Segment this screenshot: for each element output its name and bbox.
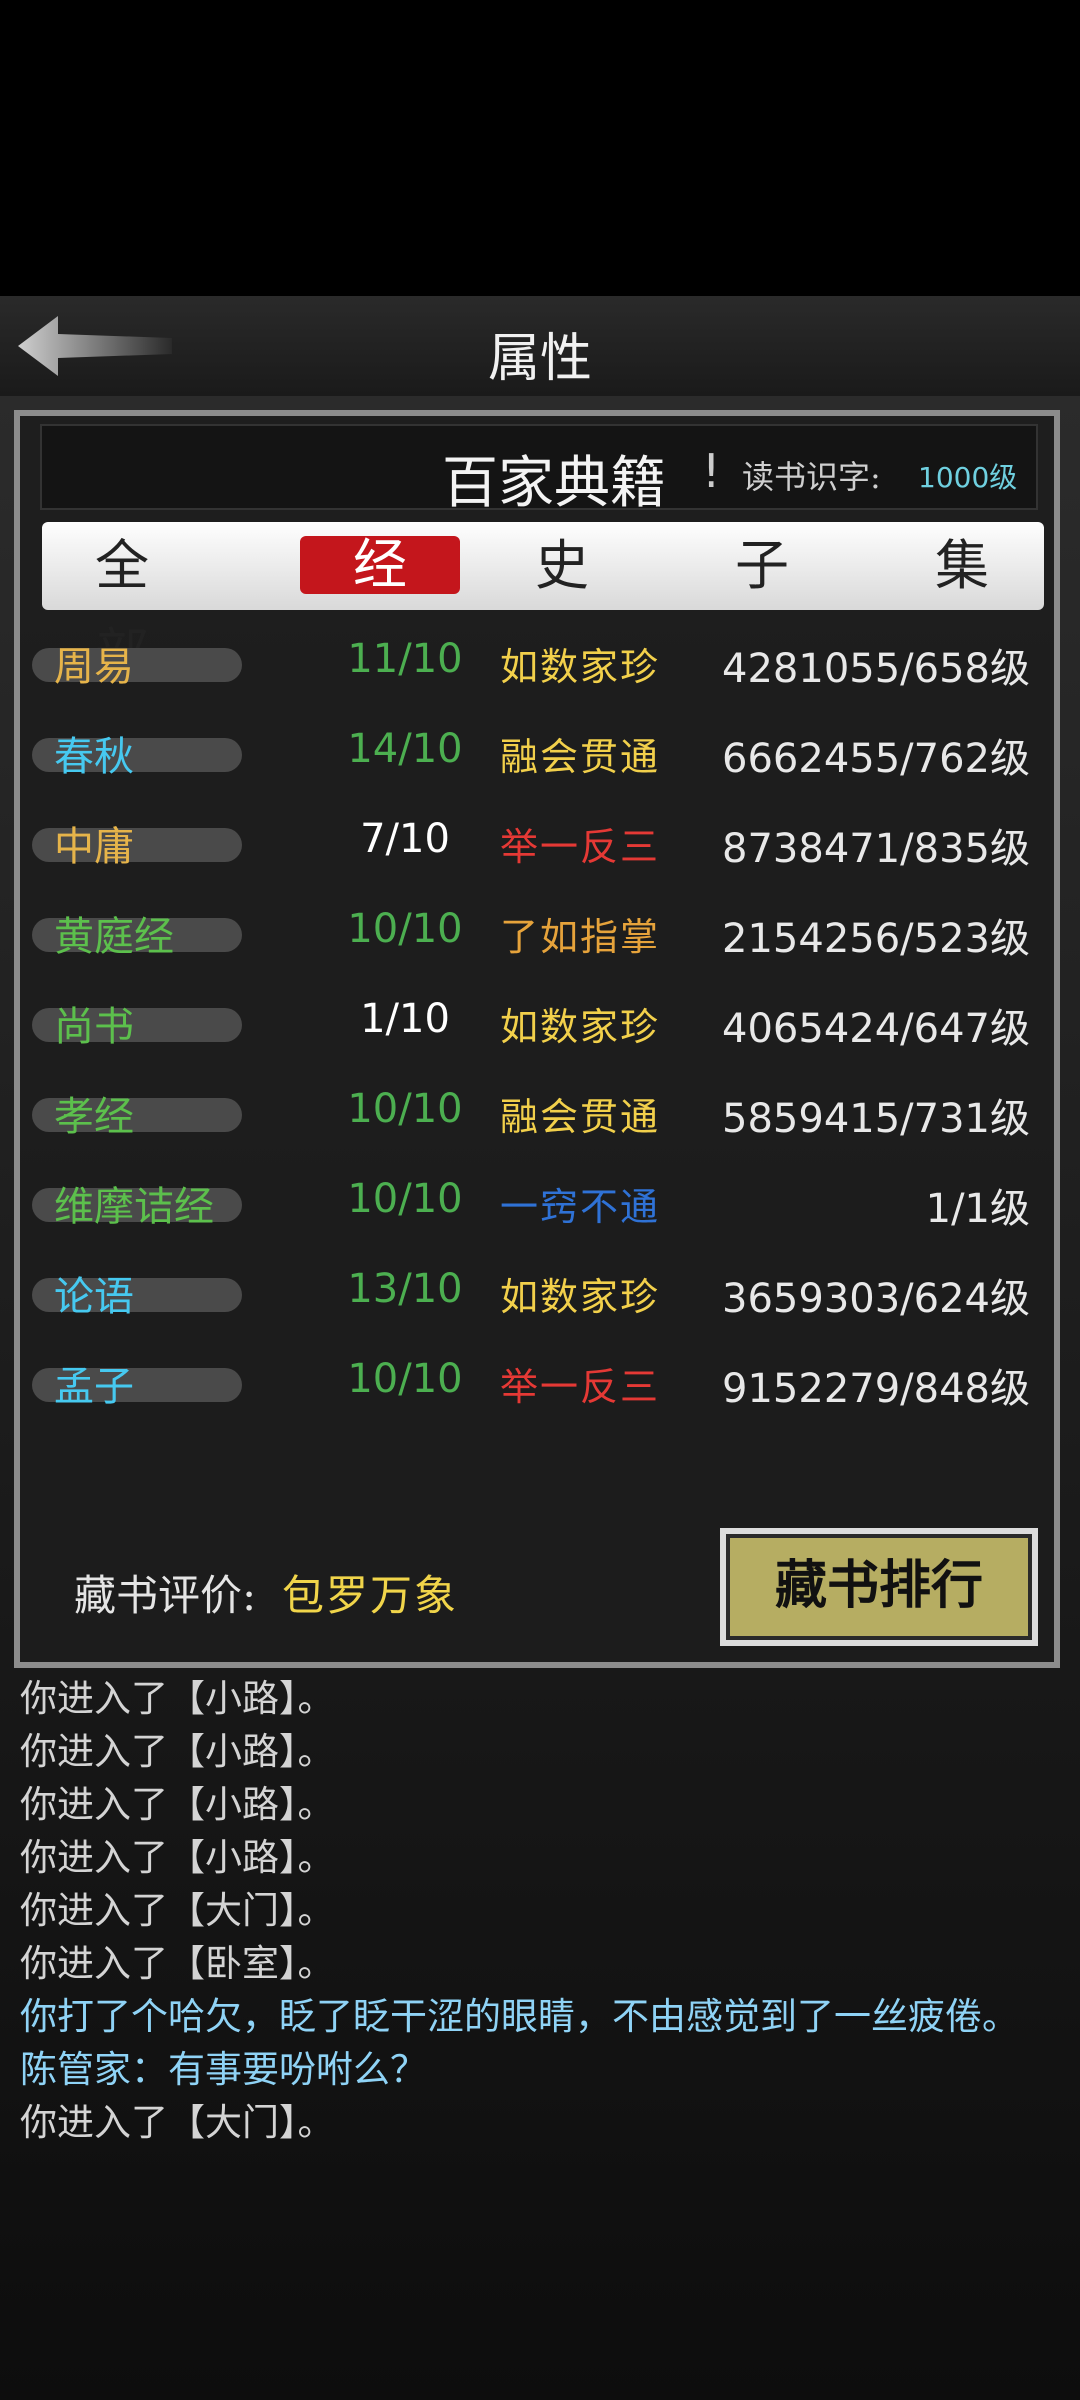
book-row[interactable]: 论语 13/10 如数家珍 3659303/624级	[20, 1256, 1054, 1346]
book-row[interactable]: 尚书 1/10 如数家珍 4065424/647级	[20, 986, 1054, 1076]
tab-philosophers[interactable]: 子	[702, 522, 822, 610]
log-line: 你打了个哈欠，眨了眨干涩的眼睛，不由感觉到了一丝疲倦。	[20, 1995, 1019, 2038]
book-progress: 6662455/762级	[722, 736, 1030, 782]
evaluation-value: 包罗万象	[282, 1571, 459, 1620]
book-row[interactable]: 孟子 10/10 举一反三 9152279/848级	[20, 1346, 1054, 1436]
collection-ranking-label: 藏书排行	[774, 1555, 983, 1616]
book-name: 孟子	[54, 1364, 134, 1410]
book-name: 孝经	[54, 1094, 134, 1140]
book-progress: 9152279/848级	[722, 1366, 1030, 1412]
log-line: 你进入了【小路】。	[20, 1836, 335, 1879]
book-score: 7/10	[360, 816, 450, 862]
book-progress: 2154256/523级	[722, 916, 1030, 962]
book-row[interactable]: 孝经 10/10 融会贯通 5859415/731级	[20, 1076, 1054, 1166]
book-grade: 融会贯通	[500, 735, 661, 779]
book-progress: 8738471/835级	[722, 826, 1030, 872]
book-row[interactable]: 周易 11/10 如数家珍 4281055/658级	[20, 626, 1054, 716]
dialog-title: 百家典籍	[442, 451, 666, 516]
book-grade: 如数家珍	[500, 1005, 661, 1049]
book-grade: 如数家珍	[500, 645, 661, 689]
message-log: 你进入了【小路】。 你进入了【小路】。 你进入了【小路】。 你进入了【小路】。 你进入了…	[20, 1672, 1060, 2149]
book-score: 10/10	[347, 1086, 463, 1132]
log-line: 你进入了【小路】。	[20, 1783, 335, 1826]
header-bar: 属性	[0, 296, 1080, 396]
collection-ranking-button[interactable]: 藏书排行	[720, 1528, 1038, 1646]
book-score: 10/10	[347, 906, 463, 952]
book-grade: 一窍不通	[500, 1185, 661, 1229]
book-row[interactable]: 春秋 14/10 融会贯通 6662455/762级	[20, 716, 1054, 806]
tab-classics[interactable]: 经	[300, 536, 460, 594]
book-name: 论语	[54, 1274, 134, 1320]
book-score: 11/10	[347, 636, 463, 682]
tab-collections[interactable]: 集	[902, 522, 1022, 610]
book-name: 春秋	[54, 734, 134, 780]
book-name: 维摩诘经	[54, 1184, 214, 1230]
tab-history[interactable]: 史	[502, 522, 622, 610]
book-row[interactable]: 维摩诘经 10/10 一窍不通 1/1级	[20, 1166, 1054, 1256]
page-title: 属性	[487, 329, 592, 389]
book-grade: 融会贯通	[500, 1095, 661, 1139]
book-progress: 4281055/658级	[722, 646, 1030, 692]
log-line: 你进入了【大门】。	[20, 2101, 335, 2144]
tab-all[interactable]: 全 部	[62, 522, 182, 685]
log-line: 你进入了【小路】。	[20, 1730, 335, 1773]
book-score: 10/10	[347, 1356, 463, 1402]
book-progress: 5859415/731级	[722, 1096, 1030, 1142]
book-score: 1/10	[360, 996, 450, 1042]
dialog-header: 百家典籍 ! 读书识字: 1000级	[40, 424, 1038, 516]
classics-dialog: 百家典籍 ! 读书识字: 1000级 全 部 经 史 子 集 周易 11/10 如数…	[14, 410, 1060, 1668]
reading-label: 读书识字:	[742, 458, 881, 496]
book-row[interactable]: 中庸 7/10 举一反三 8738471/835级	[20, 806, 1054, 896]
book-name: 尚书	[54, 1004, 134, 1050]
book-progress: 3659303/624级	[722, 1276, 1030, 1322]
book-name: 黄庭经	[54, 914, 174, 960]
book-score: 13/10	[347, 1266, 463, 1312]
info-icon[interactable]: !	[702, 444, 720, 498]
book-grade: 了如指掌	[500, 915, 661, 959]
book-progress: 1/1级	[925, 1186, 1030, 1232]
book-score: 10/10	[347, 1176, 463, 1222]
book-grade: 举一反三	[500, 825, 661, 869]
category-tabs: 全 部 经 史 子 集	[42, 522, 1044, 685]
log-line: 陈管家：有事要吩咐么？	[20, 2048, 427, 2091]
log-line: 你进入了【大门】。	[20, 1889, 335, 1932]
log-line: 你进入了【小路】。	[20, 1677, 335, 1720]
book-score: 14/10	[347, 726, 463, 772]
book-grade: 举一反三	[500, 1365, 661, 1409]
evaluation-label: 藏书评价:	[74, 1571, 257, 1620]
log-line: 你进入了【卧室】。	[20, 1942, 335, 1985]
book-grade: 如数家珍	[500, 1275, 661, 1319]
book-row[interactable]: 黄庭经 10/10 了如指掌 2154256/523级	[20, 896, 1054, 986]
book-progress: 4065424/647级	[722, 1006, 1030, 1052]
reading-value: 1000级	[918, 461, 1018, 494]
book-name: 周易	[54, 644, 134, 690]
book-name: 中庸	[54, 824, 134, 870]
